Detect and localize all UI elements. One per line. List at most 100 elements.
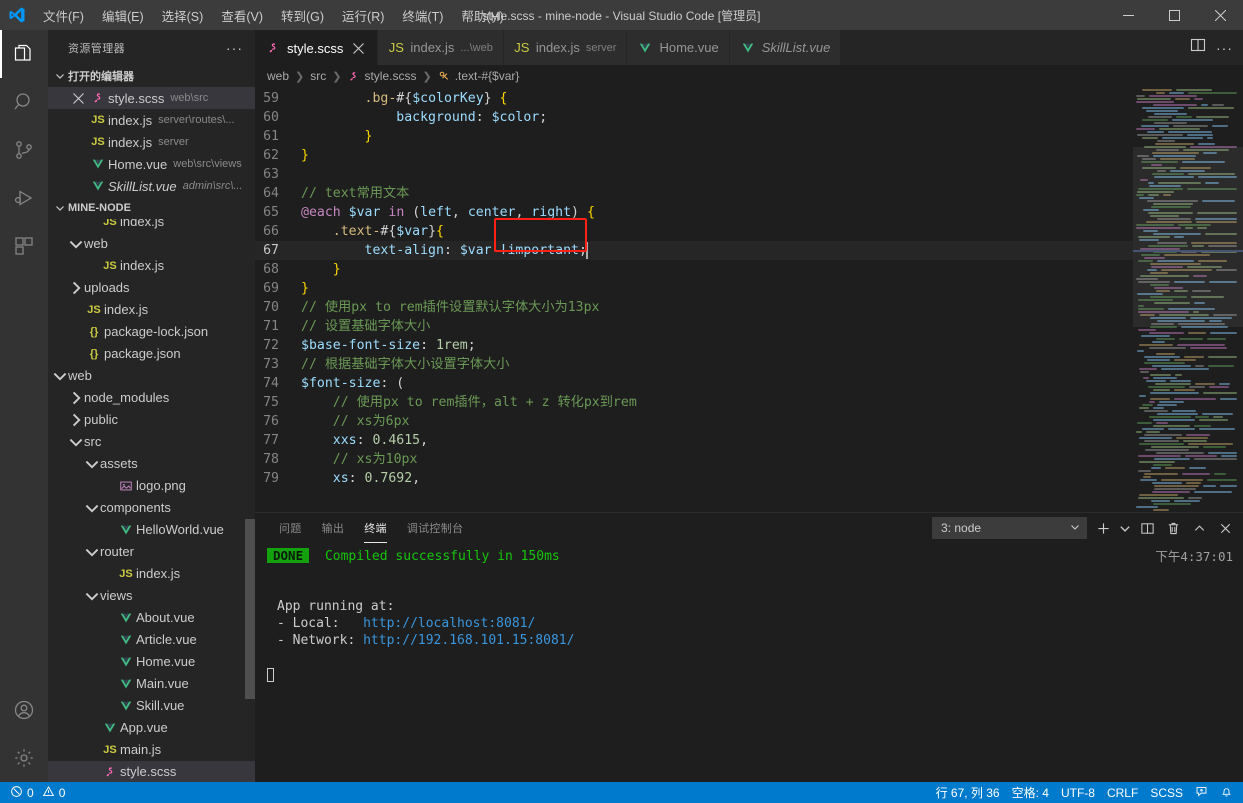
tree-item[interactable]: web — [48, 365, 255, 387]
minimap-slider[interactable] — [1133, 147, 1243, 327]
tree-item[interactable]: Home.vue — [48, 651, 255, 673]
tree-item[interactable]: HelloWorld.vue — [48, 519, 255, 541]
status-eol[interactable]: CRLF — [1101, 782, 1144, 803]
status-notifications[interactable] — [1214, 782, 1239, 803]
code-line[interactable]: 74 $font-size: ( — [255, 374, 1133, 393]
tree-item[interactable]: style.scss — [48, 760, 255, 782]
chevron-down-icon[interactable] — [84, 588, 100, 604]
chevron-down-icon[interactable] — [68, 434, 84, 450]
menu-run[interactable]: 运行(R) — [333, 2, 393, 29]
status-indentation[interactable]: 空格: 4 — [1006, 782, 1055, 803]
code-line[interactable]: 69} — [255, 279, 1133, 298]
menu-file[interactable]: 文件(F) — [34, 2, 93, 29]
code-line[interactable]: 78 // xs为10px — [255, 450, 1133, 469]
chevron-down-icon[interactable] — [52, 368, 68, 384]
tree-item[interactable]: Article.vue — [48, 629, 255, 651]
tree-item[interactable]: JS index.js — [48, 563, 255, 585]
code-line[interactable]: 77 xxs: 0.4615, — [255, 431, 1133, 450]
minimap[interactable] — [1133, 87, 1243, 512]
tree-item[interactable]: {} package.json — [48, 343, 255, 365]
menu-view[interactable]: 查看(V) — [212, 2, 272, 29]
code-editor[interactable]: 59 .bg-#{$colorKey} {60 background: $col… — [255, 87, 1243, 512]
code-line[interactable]: 70 // 使用px to rem插件设置默认字体大小为13px — [255, 298, 1133, 317]
network-url[interactable]: http://192.168.101.15:8081/ — [363, 633, 574, 648]
status-language-mode[interactable]: SCSS — [1144, 782, 1189, 803]
code-line[interactable]: 79 xs: 0.7692, — [255, 469, 1133, 488]
code-line[interactable]: 67 text-align: $var !important; — [255, 241, 1133, 260]
tab-style-scss[interactable]: style.scss — [255, 30, 379, 65]
terminal-selector[interactable]: 3: node — [932, 517, 1087, 539]
activity-explorer[interactable] — [0, 30, 48, 78]
status-cursor-position[interactable]: 行 67, 列 36 — [930, 782, 1006, 803]
tree-item[interactable]: JS index.js — [48, 255, 255, 277]
chevron-right-icon[interactable] — [68, 390, 84, 406]
open-editor-item[interactable]: JS index.js server — [48, 131, 255, 153]
chevron-down-icon[interactable] — [68, 236, 84, 252]
code-line[interactable]: 59 .bg-#{$colorKey} { — [255, 89, 1133, 108]
open-editor-item[interactable]: JS index.js server\routes\... — [48, 109, 255, 131]
activity-source-control[interactable] — [0, 126, 48, 174]
panel-tab-debug-console[interactable]: 调试控制台 — [397, 513, 474, 543]
tab-skilllist-vue[interactable]: SkillList.vue — [729, 30, 842, 65]
menu-go[interactable]: 转到(G) — [272, 2, 333, 29]
tree-item[interactable]: {} package-lock.json — [48, 321, 255, 343]
status-problems[interactable]: 0 0 — [4, 782, 71, 803]
code-line[interactable]: 65 @each $var in (left, center, right) { — [255, 203, 1133, 222]
chevron-down-icon[interactable] — [84, 500, 100, 516]
code-line[interactable]: 60 background: $color; — [255, 108, 1133, 127]
panel-tab-terminal[interactable]: 终端 — [354, 513, 397, 543]
code-line[interactable]: 66 .text-#{$var}{ — [255, 222, 1133, 241]
code-line[interactable]: 61 } — [255, 127, 1133, 146]
code-line[interactable]: 62} — [255, 146, 1133, 165]
tree-item[interactable]: router — [48, 541, 255, 563]
close-panel-icon[interactable] — [1215, 518, 1235, 538]
chevron-right-icon[interactable] — [68, 412, 84, 428]
open-editor-item[interactable]: SkillList.vue admin\src\... — [48, 175, 255, 197]
chevron-down-icon[interactable] — [84, 544, 100, 560]
breadcrumb-file[interactable]: style.scss — [347, 69, 416, 83]
terminal-output[interactable]: 下午4:37:01 DONE Compiled successfully in … — [255, 543, 1243, 782]
tree-item[interactable]: views — [48, 585, 255, 607]
close-icon[interactable] — [349, 42, 367, 54]
activity-search[interactable] — [0, 78, 48, 126]
activity-run-debug[interactable] — [0, 174, 48, 222]
tab-index-js-server[interactable]: JS index.js server — [503, 30, 628, 65]
open-editors-header[interactable]: 打开的编辑器 — [48, 65, 255, 87]
menu-edit[interactable]: 编辑(E) — [93, 2, 153, 29]
project-header[interactable]: MINE-NODE — [48, 197, 255, 219]
tab-index-js-web[interactable]: JS index.js ...\web — [378, 30, 504, 65]
minimize-button[interactable] — [1105, 0, 1151, 30]
more-actions-icon[interactable]: ··· — [1216, 40, 1233, 56]
close-icon[interactable] — [68, 92, 88, 104]
kill-terminal-icon[interactable] — [1163, 518, 1183, 538]
new-terminal-icon[interactable] — [1093, 518, 1113, 538]
tree-item[interactable]: assets — [48, 453, 255, 475]
code-line[interactable]: 64 // text常用文本 — [255, 184, 1133, 203]
sidebar-scrollbar[interactable] — [245, 518, 255, 699]
status-encoding[interactable]: UTF-8 — [1055, 782, 1101, 803]
code-line[interactable]: 68 } — [255, 260, 1133, 279]
status-feedback[interactable] — [1189, 782, 1214, 803]
panel-tab-output[interactable]: 输出 — [312, 513, 355, 543]
maximize-panel-icon[interactable] — [1189, 518, 1209, 538]
code-line[interactable]: 71 // 设置基础字体大小 — [255, 317, 1133, 336]
tree-item[interactable]: About.vue — [48, 607, 255, 629]
sidebar-more-actions-icon[interactable]: ··· — [226, 40, 247, 56]
tree-item[interactable]: logo.png — [48, 475, 255, 497]
tree-item[interactable]: JS main.js — [48, 739, 255, 761]
open-editor-item[interactable]: Home.vue web\src\views — [48, 153, 255, 175]
tree-item[interactable]: JS index.js — [48, 219, 255, 233]
code-line[interactable]: 72 $base-font-size: 1rem; — [255, 336, 1133, 355]
menu-selection[interactable]: 选择(S) — [153, 2, 213, 29]
code-line[interactable]: 75 // 使用px to rem插件，alt + z 转化px到rem — [255, 393, 1133, 412]
terminal-dropdown-icon[interactable] — [1119, 518, 1131, 538]
tree-item[interactable]: Skill.vue — [48, 695, 255, 717]
tree-item[interactable]: App.vue — [48, 717, 255, 739]
file-tree[interactable]: JS index.js web JS index.js uploads JS index.js… — [48, 219, 255, 782]
code-line[interactable]: 76 // xs为6px — [255, 412, 1133, 431]
menu-terminal[interactable]: 终端(T) — [393, 2, 452, 29]
breadcrumb-symbol[interactable]: .text-#{$var} — [438, 69, 519, 83]
maximize-button[interactable] — [1151, 0, 1197, 30]
code-line[interactable]: 63 — [255, 165, 1133, 184]
tree-item[interactable]: src — [48, 431, 255, 453]
